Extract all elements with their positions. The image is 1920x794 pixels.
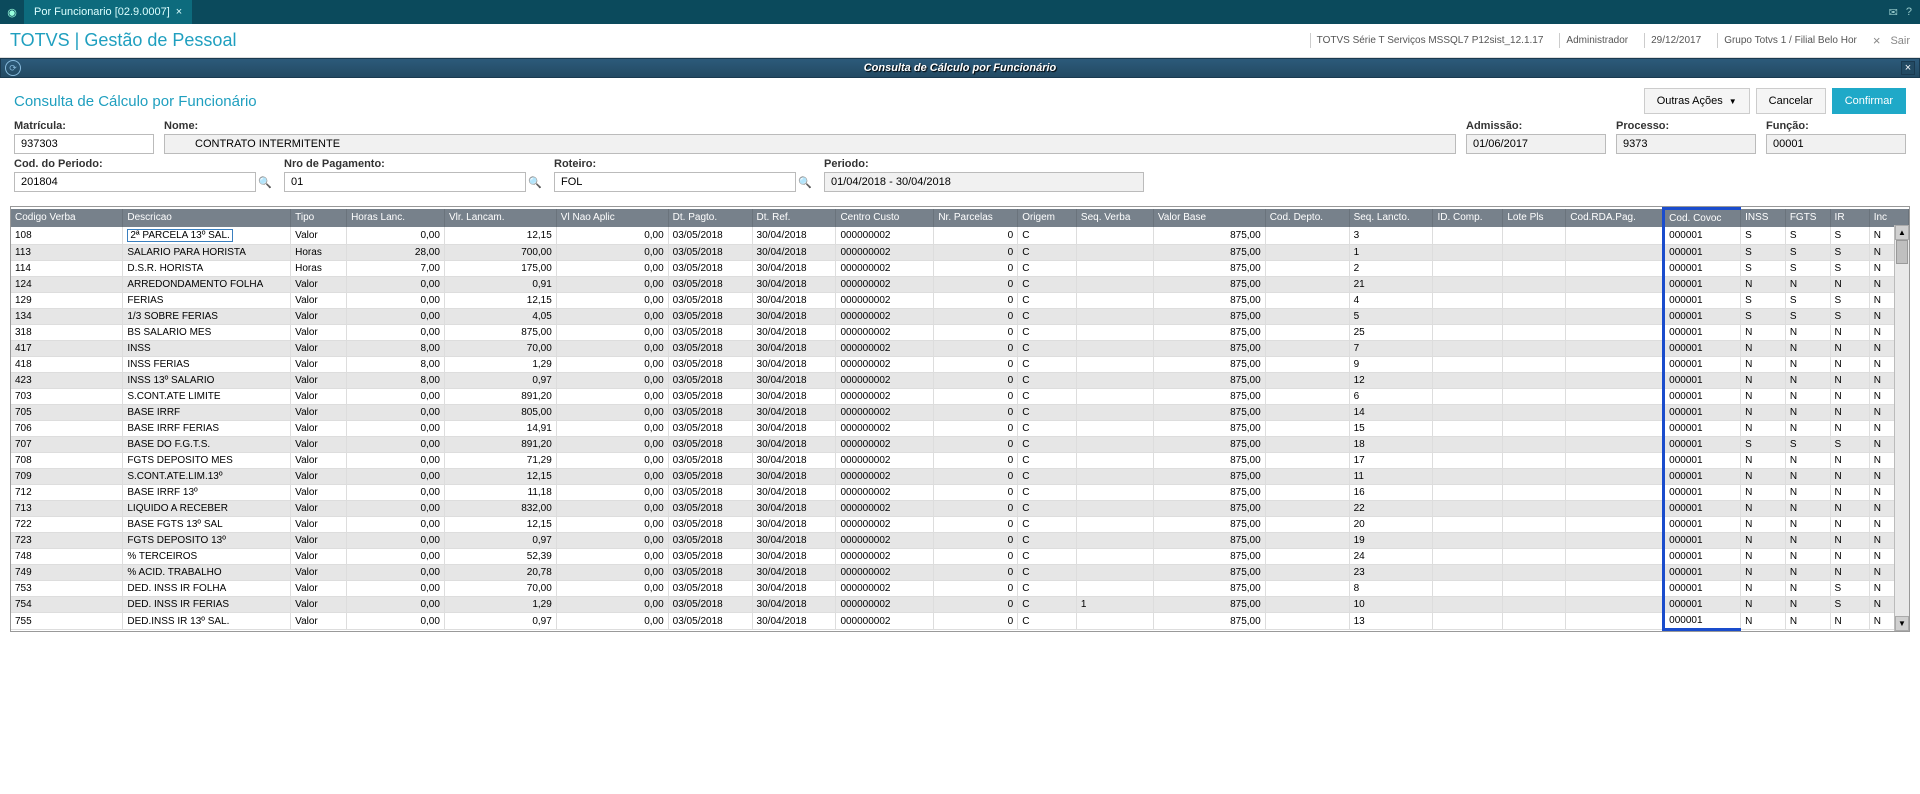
table-row[interactable]: 753DED. INSS IR FOLHAValor0,0070,000,000… [11, 581, 1909, 597]
processo-label: Processo: [1616, 120, 1756, 132]
table-row[interactable]: 709S.CONT.ATE.LIM.13ºValor0,0012,150,000… [11, 469, 1909, 485]
chevron-down-icon: ▼ [1729, 97, 1737, 106]
scroll-down-icon[interactable]: ▼ [1895, 616, 1909, 631]
nome-field: CONTRATO INTERMITENTE [164, 134, 1456, 154]
app-menu-icon[interactable]: ◉ [0, 6, 24, 19]
table-row[interactable]: 712BASE IRRF 13ºValor0,0011,180,0003/05/… [11, 485, 1909, 501]
table-row[interactable]: 1341/3 SOBRE FERIASValor0,004,050,0003/0… [11, 309, 1909, 325]
close-icon[interactable]: × [176, 6, 182, 18]
breadcrumb: TOTVS Série T Serviços MSSQL7 P12sist_12… [1310, 33, 1910, 48]
cod-periodo-label: Cod. do Periodo: [14, 158, 274, 170]
table-row[interactable]: 708FGTS DEPOSITO MESValor0,0071,290,0003… [11, 453, 1909, 469]
nome-label: Nome: [164, 120, 1456, 132]
table-row[interactable]: 755DED.INSS IR 13º SAL.Valor0,000,970,00… [11, 613, 1909, 630]
column-header[interactable]: Origem [1018, 209, 1077, 228]
page-title: Consulta de Cálculo por Funcionário [14, 93, 257, 110]
nro-pag-label: Nro de Pagamento: [284, 158, 544, 170]
env-label: TOTVS Série T Serviços MSSQL7 P12sist_12… [1310, 33, 1550, 48]
table-row[interactable]: 423INSS 13º SALARIOValor8,000,970,0003/0… [11, 373, 1909, 389]
window-close-icon[interactable]: × [1901, 61, 1915, 75]
tab-label: Por Funcionario [02.9.0007] [34, 6, 170, 18]
column-header[interactable]: Seq. Verba [1076, 209, 1153, 228]
user-label: Administrador [1559, 33, 1634, 48]
roteiro-field[interactable]: FOL [554, 172, 796, 192]
column-header[interactable]: Nr. Parcelas [934, 209, 1018, 228]
tab-por-funcionario[interactable]: Por Funcionario [02.9.0007] × [24, 0, 192, 24]
window-title: Consulta de Cálculo por Funcionário [864, 62, 1057, 74]
table-row[interactable]: 124ARREDONDAMENTO FOLHAValor0,000,910,00… [11, 277, 1909, 293]
app-topbar: ◉ Por Funcionario [02.9.0007] × ✉ ? [0, 0, 1920, 24]
nro-pag-field[interactable]: 01 [284, 172, 526, 192]
periodo-field: 01/04/2018 - 30/04/2018 [824, 172, 1144, 192]
toolbar: Consulta de Cálculo por Funcionário Outr… [0, 78, 1920, 120]
column-header[interactable]: ID. Comp. [1433, 209, 1503, 228]
exit-link[interactable]: Sair [1890, 35, 1910, 47]
window-titlebar: ⟳ Consulta de Cálculo por Funcionário × [0, 58, 1920, 78]
table-row[interactable]: 129FERIASValor0,0012,150,0003/05/201830/… [11, 293, 1909, 309]
table-row[interactable]: 113SALARIO PARA HORISTAHoras28,00700,000… [11, 245, 1909, 261]
column-header[interactable]: Seq. Lancto. [1349, 209, 1433, 228]
column-header[interactable]: Cod. Depto. [1265, 209, 1349, 228]
matricula-label: Matrícula: [14, 120, 154, 132]
help-icon[interactable]: ? [1906, 6, 1912, 18]
matricula-field[interactable]: 937303 [14, 134, 154, 154]
column-header[interactable]: Horas Lanc. [347, 209, 445, 228]
mail-icon[interactable]: ✉ [1889, 6, 1898, 19]
search-icon[interactable]: 🔍 [796, 173, 814, 191]
table-row[interactable]: 705BASE IRRFValor0,00805,000,0003/05/201… [11, 405, 1909, 421]
column-header[interactable]: Lote Pls [1503, 209, 1566, 228]
cod-periodo-field[interactable]: 201804 [14, 172, 256, 192]
table-row[interactable]: 418INSS FERIASValor8,001,290,0003/05/201… [11, 357, 1909, 373]
column-header[interactable]: Vlr. Lancam. [444, 209, 556, 228]
processo-field: 9373 [1616, 134, 1756, 154]
table-row[interactable]: 1082ª PARCELA 13º SAL.Valor0,0012,150,00… [11, 227, 1909, 245]
admissao-field: 01/06/2017 [1466, 134, 1606, 154]
funcao-field: 00001 [1766, 134, 1906, 154]
column-header[interactable]: Valor Base [1153, 209, 1265, 228]
column-header[interactable]: INSS [1741, 209, 1786, 228]
confirm-button[interactable]: Confirmar [1832, 88, 1906, 114]
column-header[interactable]: FGTS [1785, 209, 1830, 228]
group-label: Grupo Totvs 1 / Filial Belo Hor [1717, 33, 1863, 48]
column-header[interactable]: Descricao [123, 209, 291, 228]
table-row[interactable]: 722BASE FGTS 13º SALValor0,0012,150,0003… [11, 517, 1909, 533]
periodo-label: Periodo: [824, 158, 1144, 170]
header-bar: TOTVS | Gestão de Pessoal TOTVS Série T … [0, 24, 1920, 58]
table-row[interactable]: 723FGTS DEPOSITO 13ºValor0,000,970,0003/… [11, 533, 1909, 549]
scroll-up-icon[interactable]: ▲ [1895, 225, 1909, 240]
column-header[interactable]: Dt. Pagto. [668, 209, 752, 228]
data-grid: Codigo VerbaDescricaoTipoHoras Lanc.Vlr.… [10, 206, 1910, 632]
table-row[interactable]: 706BASE IRRF FERIASValor0,0014,910,0003/… [11, 421, 1909, 437]
column-header[interactable]: Dt. Ref. [752, 209, 836, 228]
funcao-label: Função: [1766, 120, 1906, 132]
roteiro-label: Roteiro: [554, 158, 814, 170]
column-header[interactable]: Centro Custo [836, 209, 934, 228]
table-row[interactable]: 417INSSValor8,0070,000,0003/05/201830/04… [11, 341, 1909, 357]
column-header[interactable]: IR [1830, 209, 1869, 228]
table-row[interactable]: 713LIQUIDO A RECEBERValor0,00832,000,000… [11, 501, 1909, 517]
date-label: 29/12/2017 [1644, 33, 1707, 48]
column-header[interactable]: Cod. Covoc [1664, 209, 1741, 228]
search-icon[interactable]: 🔍 [256, 173, 274, 191]
table-row[interactable]: 748% TERCEIROSValor0,0052,390,0003/05/20… [11, 549, 1909, 565]
column-header[interactable]: Cod.RDA.Pag. [1566, 209, 1664, 228]
cancel-button[interactable]: Cancelar [1756, 88, 1826, 114]
search-icon[interactable]: 🔍 [526, 173, 544, 191]
table-row[interactable]: 749% ACID. TRABALHOValor0,0020,780,0003/… [11, 565, 1909, 581]
window-icon[interactable]: ⟳ [5, 60, 21, 76]
column-header[interactable]: Tipo [291, 209, 347, 228]
brand-title: TOTVS | Gestão de Pessoal [10, 30, 236, 51]
vertical-scrollbar[interactable]: ▲ ▼ [1894, 225, 1909, 631]
admissao-label: Admissão: [1466, 120, 1606, 132]
other-actions-button[interactable]: Outras Ações ▼ [1644, 88, 1750, 114]
table-row[interactable]: 318BS SALARIO MESValor0,00875,000,0003/0… [11, 325, 1909, 341]
close-header-icon[interactable]: × [1873, 33, 1881, 48]
table-row[interactable]: 703S.CONT.ATE LIMITEValor0,00891,200,000… [11, 389, 1909, 405]
scroll-thumb[interactable] [1896, 240, 1908, 264]
table-row[interactable]: 754DED. INSS IR FERIASValor0,001,290,000… [11, 597, 1909, 613]
column-header[interactable]: Vl Nao Aplic [556, 209, 668, 228]
table-row[interactable]: 114D.S.R. HORISTAHoras7,00175,000,0003/0… [11, 261, 1909, 277]
table-row[interactable]: 707BASE DO F.G.T.S.Valor0,00891,200,0003… [11, 437, 1909, 453]
column-header[interactable]: Codigo Verba [11, 209, 123, 228]
